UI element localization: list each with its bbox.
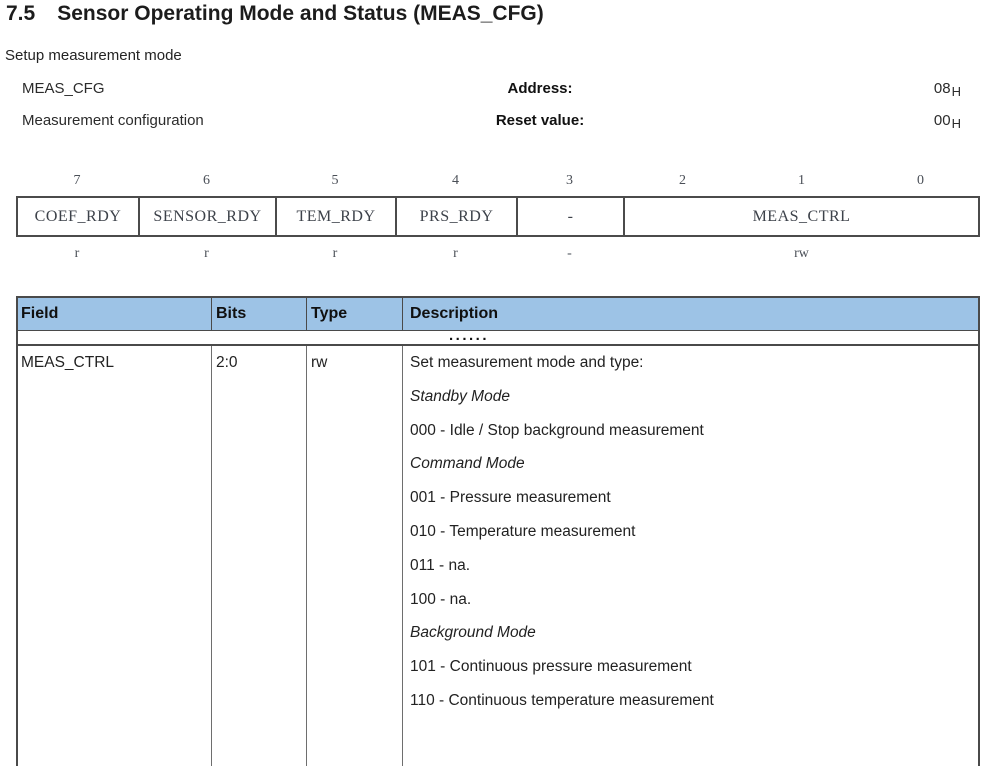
ellipsis-row: ...... <box>18 331 978 346</box>
bit-number: 0 <box>861 170 980 192</box>
section-title: 7.5 Sensor Operating Mode and Status (MEA… <box>6 2 544 26</box>
description-line: 100 - na. <box>410 583 978 617</box>
description-line: Standby Mode <box>410 380 978 414</box>
access-type: rw <box>623 244 980 264</box>
address-value: 08H <box>934 80 961 97</box>
access-type-row: r r r r - rw <box>16 244 980 264</box>
address-value-hex: 08 <box>934 80 951 97</box>
bit-field-cell: MEAS_CTRL <box>623 198 978 235</box>
register-description: Measurement configuration <box>22 112 204 129</box>
description-cell: Set measurement mode and type: Standby M… <box>403 346 978 766</box>
type-cell: rw <box>307 346 403 766</box>
register-info-row: MEAS_CFG Address: 08H <box>0 80 987 98</box>
register-name: MEAS_CFG <box>22 80 105 97</box>
address-label: Address: <box>430 80 650 97</box>
reset-value-hex: 00 <box>934 112 951 129</box>
field-table-header: Field Bits Type Description <box>18 298 978 331</box>
bit-field-cell: COEF_RDY <box>18 198 138 235</box>
bit-number-row: 7 6 5 4 3 2 1 0 <box>16 170 980 192</box>
header-description: Description <box>403 298 978 330</box>
hex-suffix: H <box>952 116 961 131</box>
bits-cell: 2:0 <box>212 346 307 766</box>
section-subtitle: Setup measurement mode <box>5 47 182 64</box>
description-line: Background Mode <box>410 616 978 650</box>
header-bits: Bits <box>212 298 307 330</box>
hex-suffix: H <box>952 84 961 99</box>
field-table-row: MEAS_CTRL 2:0 rw Set measurement mode an… <box>18 346 978 766</box>
bit-number: 3 <box>516 170 623 192</box>
section-number: 7.5 <box>6 2 35 25</box>
description-line: 011 - na. <box>410 549 978 583</box>
header-field: Field <box>18 298 212 330</box>
bit-number: 2 <box>623 170 742 192</box>
register-info-row: Measurement configuration Reset value: 0… <box>0 112 987 130</box>
bit-number-group: 2 1 0 <box>623 170 980 192</box>
access-type: - <box>516 244 623 264</box>
field-cell: MEAS_CTRL <box>18 346 212 766</box>
datasheet-page: { "page": { "section_number": "7.5", "ti… <box>0 0 987 717</box>
description-line: 010 - Temperature measurement <box>410 515 978 549</box>
header-type: Type <box>307 298 403 330</box>
access-type: r <box>275 244 395 264</box>
section-title-text: Sensor Operating Mode and Status (MEAS_C… <box>57 2 544 25</box>
bit-field-cell: TEM_RDY <box>275 198 395 235</box>
bit-number: 4 <box>395 170 516 192</box>
access-type: r <box>16 244 138 264</box>
access-type: r <box>138 244 275 264</box>
bit-number: 5 <box>275 170 395 192</box>
reset-value: 00H <box>934 112 961 129</box>
description-line: 110 - Continuous temperature measurement <box>410 684 978 718</box>
bit-field-cell: SENSOR_RDY <box>138 198 275 235</box>
bit-field-cell: - <box>516 198 623 235</box>
access-type: r <box>395 244 516 264</box>
bit-number: 6 <box>138 170 275 192</box>
description-line: Command Mode <box>410 447 978 481</box>
description-line: 001 - Pressure measurement <box>410 481 978 515</box>
description-line: 000 - Idle / Stop background measurement <box>410 414 978 448</box>
register-bit-table: COEF_RDY SENSOR_RDY TEM_RDY PRS_RDY - ME… <box>16 196 980 237</box>
bit-number: 7 <box>16 170 138 192</box>
reset-value-label: Reset value: <box>430 112 650 129</box>
description-line: 101 - Continuous pressure measurement <box>410 650 978 684</box>
bit-number: 1 <box>742 170 861 192</box>
bit-field-cell: PRS_RDY <box>395 198 516 235</box>
description-line: Set measurement mode and type: <box>410 346 978 380</box>
field-description-table: Field Bits Type Description ...... MEAS_… <box>16 296 980 766</box>
